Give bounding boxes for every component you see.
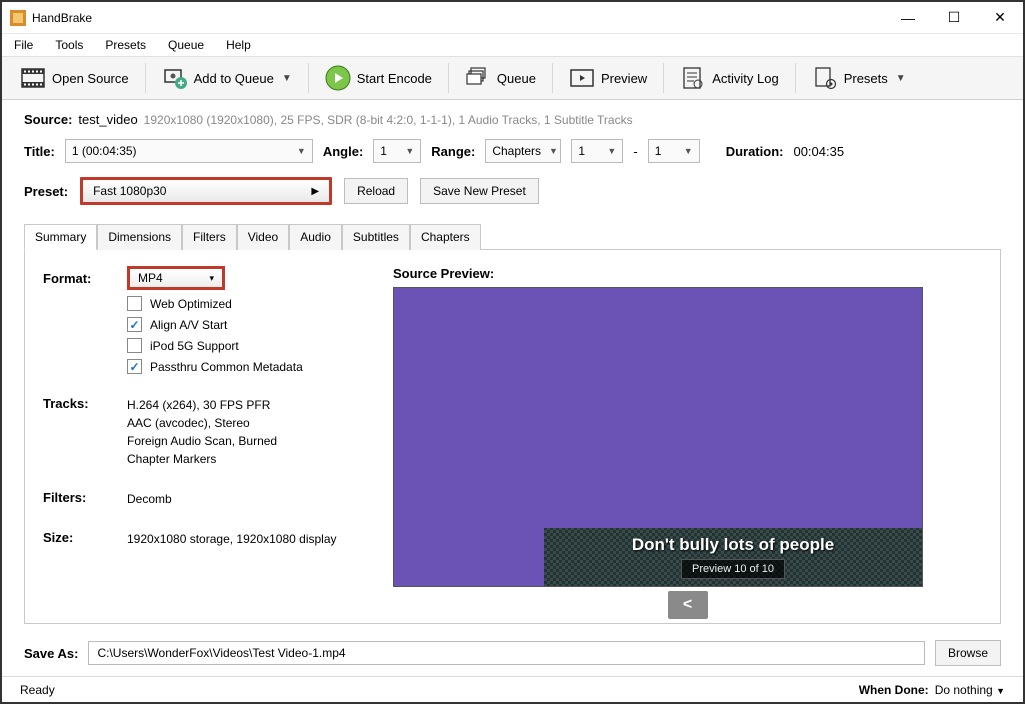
app-icon bbox=[10, 10, 26, 26]
statusbar: Ready When Done: Do nothing ▼ bbox=[2, 676, 1023, 702]
chevron-down-icon[interactable]: ▼ bbox=[896, 73, 906, 84]
preview-icon bbox=[569, 65, 595, 91]
preset-row: Preset: Fast 1080p30 ▶ Reload Save New P… bbox=[24, 177, 1001, 205]
preview-label: Source Preview: bbox=[393, 266, 982, 281]
when-done-select[interactable]: Do nothing ▼ bbox=[935, 683, 1005, 697]
align-av-label: Align A/V Start bbox=[150, 318, 227, 332]
save-as-row: Save As: Browse bbox=[24, 640, 1001, 666]
save-as-label: Save As: bbox=[24, 646, 78, 661]
tracks-label: Tracks: bbox=[43, 396, 127, 468]
preset-select[interactable]: Fast 1080p30 ▶ bbox=[80, 177, 332, 205]
content-area: Source: test_video 1920x1080 (1920x1080)… bbox=[2, 100, 1023, 676]
size-label: Size: bbox=[43, 530, 127, 548]
titlebar: HandBrake — ☐ ✕ bbox=[2, 2, 1023, 34]
title-row: Title: 1 (00:04:35)▼ Angle: 1▼ Range: Ch… bbox=[24, 139, 1001, 163]
web-optimized-checkbox[interactable] bbox=[127, 296, 142, 311]
preview-button[interactable]: Preview bbox=[561, 61, 655, 95]
maximize-button[interactable]: ☐ bbox=[931, 3, 977, 33]
minimize-button[interactable]: — bbox=[885, 3, 931, 33]
filters-label: Filters: bbox=[43, 490, 127, 508]
reload-button[interactable]: Reload bbox=[344, 178, 408, 204]
source-label: Source: bbox=[24, 112, 72, 127]
menu-presets[interactable]: Presets bbox=[101, 36, 150, 54]
ipod-checkbox[interactable] bbox=[127, 338, 142, 353]
play-icon bbox=[325, 65, 351, 91]
angle-select[interactable]: 1▼ bbox=[373, 139, 421, 163]
tab-filters[interactable]: Filters bbox=[182, 224, 237, 250]
chapter-to-select[interactable]: 1▼ bbox=[648, 139, 700, 163]
queue-button[interactable]: Queue bbox=[457, 61, 544, 95]
tab-dimensions[interactable]: Dimensions bbox=[97, 224, 182, 250]
chapter-from-select[interactable]: 1▼ bbox=[571, 139, 623, 163]
browse-button[interactable]: Browse bbox=[935, 640, 1001, 666]
tab-summary[interactable]: Summary bbox=[24, 224, 97, 250]
toolbar: Open Source Add to Queue ▼ Start Encode … bbox=[2, 56, 1023, 100]
menu-queue[interactable]: Queue bbox=[164, 36, 208, 54]
log-icon bbox=[680, 65, 706, 91]
angle-label: Angle: bbox=[323, 144, 363, 159]
tab-subtitles[interactable]: Subtitles bbox=[342, 224, 410, 250]
save-new-preset-button[interactable]: Save New Preset bbox=[420, 178, 539, 204]
filters-value: Decomb bbox=[127, 490, 172, 508]
chevron-right-icon: ▶ bbox=[311, 186, 319, 197]
web-optimized-label: Web Optimized bbox=[150, 297, 232, 311]
presets-button[interactable]: Presets ▼ bbox=[804, 61, 914, 95]
format-select[interactable]: MP4▾ bbox=[127, 266, 225, 290]
tab-video[interactable]: Video bbox=[237, 224, 289, 250]
preview-count-badge: Preview 10 of 10 bbox=[681, 559, 785, 579]
tab-audio[interactable]: Audio bbox=[289, 224, 342, 250]
source-preview: Don't bully lots of people Preview 10 of… bbox=[393, 287, 923, 587]
duration-label: Duration: bbox=[726, 144, 784, 159]
main-window: HandBrake — ☐ ✕ File Tools Presets Queue… bbox=[0, 0, 1025, 704]
align-av-checkbox[interactable] bbox=[127, 317, 142, 332]
passthru-checkbox[interactable] bbox=[127, 359, 142, 374]
when-done-label: When Done: bbox=[859, 683, 929, 697]
window-title: HandBrake bbox=[32, 11, 885, 25]
close-button[interactable]: ✕ bbox=[977, 3, 1023, 33]
preset-label: Preset: bbox=[24, 184, 68, 199]
add-to-queue-button[interactable]: Add to Queue ▼ bbox=[154, 61, 300, 95]
queue-icon bbox=[465, 65, 491, 91]
size-value: 1920x1080 storage, 1920x1080 display bbox=[127, 530, 337, 548]
range-select[interactable]: Chapters▼ bbox=[485, 139, 561, 163]
tabs: Summary Dimensions Filters Video Audio S… bbox=[24, 223, 1001, 250]
preview-overlay: Don't bully lots of people Preview 10 of… bbox=[544, 528, 922, 586]
ipod-label: iPod 5G Support bbox=[150, 339, 239, 353]
open-source-button[interactable]: Open Source bbox=[12, 61, 137, 95]
source-name: test_video bbox=[78, 112, 137, 127]
chevron-down-icon[interactable]: ▼ bbox=[282, 73, 292, 84]
menu-help[interactable]: Help bbox=[222, 36, 255, 54]
film-icon bbox=[20, 65, 46, 91]
save-as-input[interactable] bbox=[88, 641, 925, 665]
tab-chapters[interactable]: Chapters bbox=[410, 224, 481, 250]
status-text: Ready bbox=[20, 683, 55, 697]
add-queue-icon bbox=[162, 65, 188, 91]
menu-tools[interactable]: Tools bbox=[51, 36, 87, 54]
dash: - bbox=[633, 144, 637, 159]
menubar: File Tools Presets Queue Help bbox=[2, 34, 1023, 56]
range-label: Range: bbox=[431, 144, 475, 159]
activity-log-button[interactable]: Activity Log bbox=[672, 61, 786, 95]
tracks-values: H.264 (x264), 30 FPS PFR AAC (avcodec), … bbox=[127, 396, 277, 468]
source-info: 1920x1080 (1920x1080), 25 FPS, SDR (8-bi… bbox=[144, 113, 633, 127]
start-encode-button[interactable]: Start Encode bbox=[317, 61, 440, 95]
menu-file[interactable]: File bbox=[10, 36, 37, 54]
subtitle-text: Don't bully lots of people bbox=[632, 535, 834, 555]
format-label: Format: bbox=[43, 271, 127, 286]
preview-prev-button[interactable]: < bbox=[668, 591, 708, 619]
summary-panel: Format: MP4▾ Web Optimized Align A/V Sta… bbox=[24, 250, 1001, 624]
title-label: Title: bbox=[24, 144, 55, 159]
title-select[interactable]: 1 (00:04:35)▼ bbox=[65, 139, 313, 163]
duration-value: 00:04:35 bbox=[793, 144, 844, 159]
passthru-label: Passthru Common Metadata bbox=[150, 360, 303, 374]
source-row: Source: test_video 1920x1080 (1920x1080)… bbox=[24, 112, 1001, 127]
presets-icon bbox=[812, 65, 838, 91]
